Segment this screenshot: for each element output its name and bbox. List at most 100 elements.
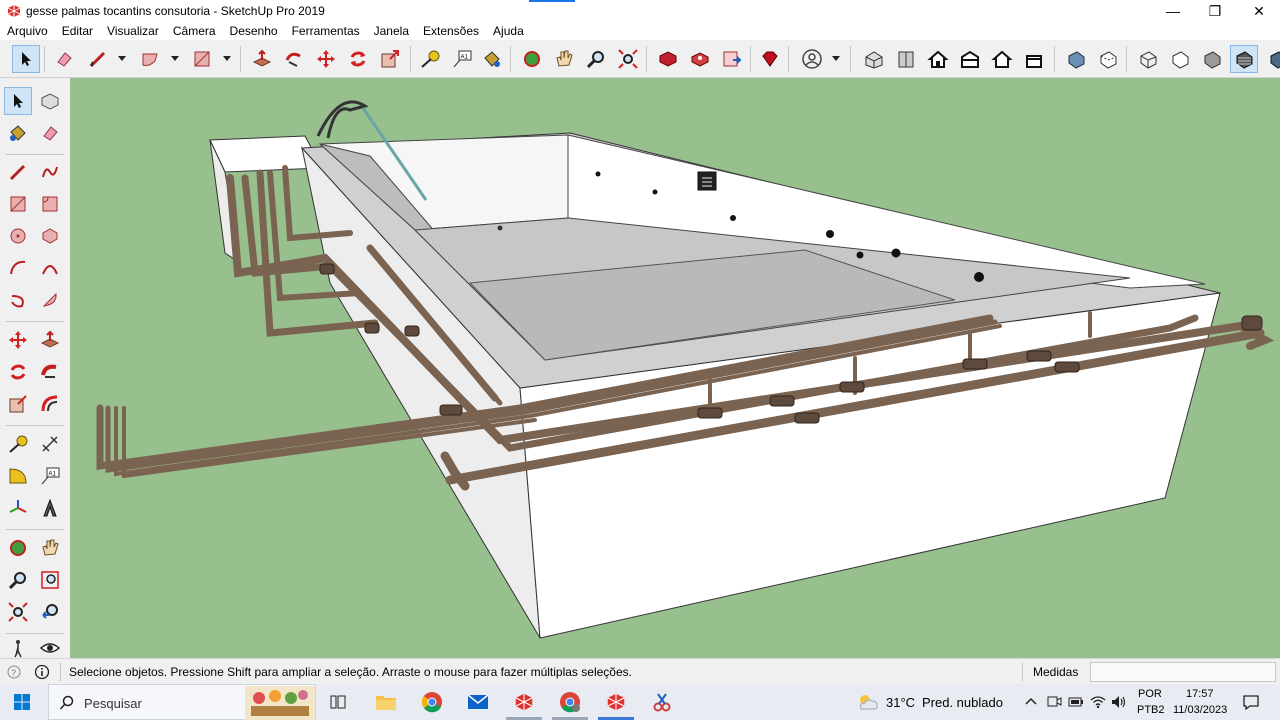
task-view-icon[interactable] [324,688,352,716]
arc-dropdown-icon[interactable] [171,56,179,61]
meet-now-icon[interactable] [1046,694,1062,710]
extension-warehouse-icon[interactable] [686,45,714,73]
windows-start-icon[interactable] [8,688,36,716]
tape-measure-icon[interactable] [416,45,444,73]
weather-cloud-icon[interactable] [856,692,880,712]
top-view-icon[interactable] [892,45,920,73]
sketchup-second-icon[interactable] [602,688,630,716]
scale-left-icon[interactable] [4,390,32,418]
drawing-area[interactable] [70,78,1280,658]
right-view-icon[interactable] [956,45,984,73]
menu-desenho[interactable]: Desenho [223,24,285,38]
eraser-left-icon[interactable] [36,119,64,147]
iso-view-icon[interactable] [860,45,888,73]
shaded-textures-icon[interactable] [1230,45,1258,73]
paint-bucket-icon[interactable] [478,45,506,73]
zoom-left-icon[interactable] [4,566,32,594]
axes-icon[interactable] [4,494,32,522]
line-icon[interactable] [84,45,112,73]
menu-ajuda[interactable]: Ajuda [486,24,531,38]
volume-icon[interactable] [1110,694,1128,710]
paint-bucket-left-icon[interactable] [4,119,32,147]
eraser-icon[interactable] [50,45,78,73]
rectangle-left-icon[interactable] [4,190,32,218]
offset-icon[interactable] [36,390,64,418]
rotated-rectangle-icon[interactable] [36,190,64,218]
taskbar-search[interactable]: Pesquisar [48,684,316,720]
orbit-left-icon[interactable] [4,534,32,562]
close-button[interactable]: ✕ [1236,0,1280,22]
chrome-profile-icon[interactable] [556,688,584,716]
pan-icon[interactable] [550,45,578,73]
follow-me-left-icon[interactable] [36,358,64,386]
left-view-icon[interactable] [1020,45,1048,73]
hidden-line-icon[interactable] [1166,45,1194,73]
freehand-icon[interactable] [36,158,64,186]
back-edges-icon[interactable] [1094,45,1122,73]
zoom-extents-left-icon[interactable] [4,598,32,626]
xray-icon[interactable] [1062,45,1090,73]
two-point-arc-icon[interactable] [36,254,64,282]
line-left-icon[interactable] [4,158,32,186]
measures-input[interactable] [1090,662,1276,682]
zoom-window-icon[interactable] [36,566,64,594]
zoom-icon[interactable] [582,45,610,73]
arc-icon[interactable] [136,45,164,73]
pie-icon[interactable] [36,286,64,314]
push-pull-icon[interactable] [248,45,276,73]
snipping-tool-icon[interactable] [648,688,676,716]
make-component-icon[interactable] [36,87,64,115]
user-icon[interactable] [798,45,826,73]
wifi-icon[interactable] [1090,694,1106,710]
protractor-icon[interactable] [4,462,32,490]
geo-location-icon[interactable]: ? [6,664,22,680]
mail-icon[interactable] [464,688,492,716]
clock-time[interactable]: 17:57 [1186,688,1214,700]
menu-extensoes[interactable]: Extensões [416,24,486,38]
tape-measure-left-icon[interactable] [4,430,32,458]
push-pull-left-icon[interactable] [36,326,64,354]
shaded-icon[interactable] [1198,45,1226,73]
notification-icon[interactable] [1242,693,1260,711]
menu-camera[interactable]: Câmera [166,24,223,38]
select-tool-icon[interactable] [12,45,40,73]
menu-editar[interactable]: Editar [55,24,100,38]
menu-ferramentas[interactable]: Ferramentas [285,24,367,38]
arc-left-icon[interactable] [4,254,32,282]
clock-date[interactable]: 11/03/2023 [1173,704,1227,716]
menu-visualizar[interactable]: Visualizar [100,24,166,38]
chevron-up-icon[interactable] [1024,695,1038,709]
3d-warehouse-icon[interactable] [654,45,682,73]
rotate-icon[interactable] [344,45,372,73]
front-view-icon[interactable] [924,45,952,73]
menu-arquivo[interactable]: Arquivo [0,24,55,38]
move-left-icon[interactable] [4,326,32,354]
text-left-icon[interactable]: A1 [36,462,64,490]
keyboard-layout[interactable]: PTB2 [1137,704,1165,716]
three-point-arc-icon[interactable] [4,286,32,314]
rectangle-dropdown-icon[interactable] [223,56,231,61]
layout-icon[interactable] [718,45,746,73]
user-dropdown-icon[interactable] [832,56,840,61]
scale-icon[interactable] [376,45,404,73]
zoom-extents-icon[interactable] [614,45,642,73]
wireframe-icon[interactable] [1134,45,1162,73]
line-dropdown-icon[interactable] [118,56,126,61]
battery-icon[interactable] [1068,694,1084,710]
dimension-icon[interactable] [36,430,64,458]
3d-text-icon[interactable] [36,494,64,522]
file-explorer-icon[interactable] [372,688,400,716]
sketchup-task-icon[interactable] [510,688,538,716]
back-view-icon[interactable] [988,45,1016,73]
rectangle-icon[interactable] [188,45,216,73]
keyboard-language[interactable]: POR [1138,688,1162,700]
monochrome-icon[interactable] [1262,45,1280,73]
ruby-icon[interactable] [756,45,784,73]
previous-view-icon[interactable] [36,598,64,626]
orbit-icon[interactable] [518,45,546,73]
circle-icon[interactable] [4,222,32,250]
minimize-button[interactable]: — [1150,0,1196,22]
instructor-icon[interactable] [34,664,50,680]
polygon-icon[interactable] [36,222,64,250]
pan-left-icon[interactable] [36,534,64,562]
